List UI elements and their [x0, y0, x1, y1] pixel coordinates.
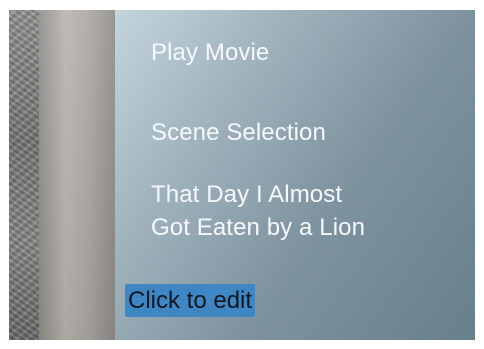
menu-item-scene-selection[interactable]: Scene Selection	[151, 116, 326, 149]
background-blur-band	[39, 10, 115, 340]
menu-item-chapter-title[interactable]: That Day I Almost Got Eaten by a Lion	[151, 178, 451, 244]
background-photo-texture	[9, 10, 39, 340]
dvd-menu-preview: Play Movie Scene Selection That Day I Al…	[9, 10, 475, 340]
click-to-edit-field[interactable]: Click to edit	[125, 284, 256, 317]
chapter-title-line-2: Got Eaten by a Lion	[151, 214, 366, 241]
menu-item-play-movie[interactable]: Play Movie	[151, 36, 269, 69]
chapter-title-line-1: That Day I Almost	[151, 181, 343, 208]
